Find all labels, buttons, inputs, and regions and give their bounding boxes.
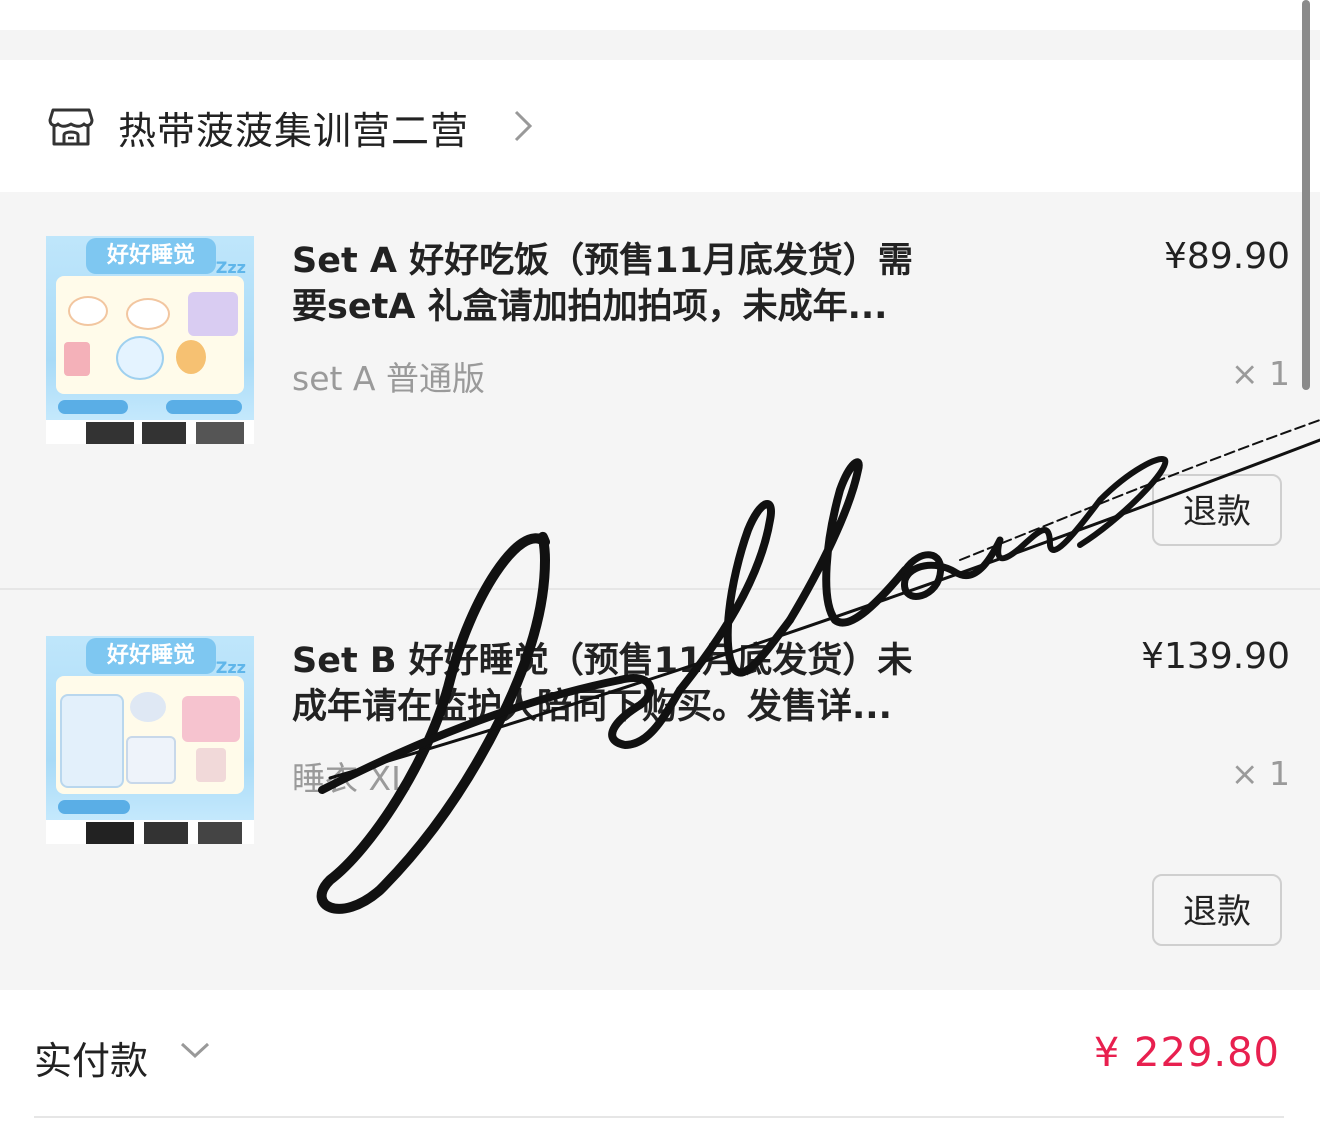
product-image-tag <box>166 400 242 414</box>
product-image-photo <box>142 422 186 444</box>
product-image-pot <box>126 298 170 330</box>
product-image[interactable]: 好好睡觉 Zzz <box>46 236 254 444</box>
store-icon <box>48 108 94 146</box>
product-title-line: 要setA 礼盒请加拍加拍项，未成年... <box>292 287 888 327</box>
product-image-photo <box>144 822 188 844</box>
section-gap <box>0 30 1320 60</box>
product-title[interactable]: Set B 好好睡觉（预售11月底发货）未 成年请在监护人陪同下购买。发售详..… <box>292 638 952 730</box>
product-image-character <box>176 340 206 374</box>
product-image[interactable]: 好好睡觉 Zzz <box>46 636 254 844</box>
product-image-photo <box>86 422 134 444</box>
product-title-line: Set B 好好睡觉（预售11月底发货）未 <box>292 641 913 681</box>
product-image-banner: 好好睡觉 <box>86 638 216 674</box>
product-price: ¥139.90 <box>1141 636 1290 677</box>
product-variant: set A 普通版 <box>292 359 485 398</box>
chevron-down-icon[interactable] <box>178 1038 212 1062</box>
product-image-box <box>188 292 238 336</box>
refund-button[interactable]: 退款 <box>1152 874 1282 946</box>
product-image-box <box>182 696 240 742</box>
shop-name[interactable]: 热带菠菠集训营二营 <box>118 100 469 155</box>
paid-amount: ¥ 229.80 <box>1093 1030 1280 1076</box>
product-image-photo <box>196 422 244 444</box>
top-strip <box>0 0 1320 30</box>
product-image-tag <box>58 400 128 414</box>
product-title[interactable]: Set A 好好吃饭（预售11月底发货）需 要setA 礼盒请加拍加拍项，未成年… <box>292 238 952 330</box>
product-image-zzz: Zzz <box>215 658 246 677</box>
product-image-pajamas <box>60 694 124 788</box>
product-image-photo <box>64 342 90 376</box>
product-image-plate <box>116 336 164 380</box>
order-item[interactable]: 好好睡觉 Zzz Set A 好好吃饭（预售11月底发货）需 要setA 礼盒请… <box>0 192 1320 588</box>
product-quantity: × 1 <box>1230 354 1290 393</box>
product-image-bag <box>126 736 176 784</box>
product-image-photo <box>196 748 226 782</box>
payment-summary: 实付款 ¥ 229.80 <box>0 990 1320 1136</box>
shop-header[interactable]: 热带菠菠集训营二营 <box>0 60 1320 192</box>
product-variant: 睡衣 XL <box>292 759 410 798</box>
product-image-pot <box>68 296 108 326</box>
paid-label: 实付款 <box>34 1039 149 1083</box>
chevron-right-icon[interactable] <box>508 106 538 146</box>
product-title-line: Set A 好好吃饭（预售11月底发货）需 <box>292 241 913 281</box>
product-quantity: × 1 <box>1230 754 1290 793</box>
divider <box>34 1116 1284 1118</box>
refund-button[interactable]: 退款 <box>1152 474 1282 546</box>
product-image-tag <box>58 800 130 814</box>
product-image-scrunchie <box>130 692 166 722</box>
product-image-banner: 好好睡觉 <box>86 238 216 274</box>
product-image-zzz: Zzz <box>215 258 246 277</box>
product-title-line: 成年请在监护人陪同下购买。发售详... <box>292 687 892 727</box>
scrollbar[interactable] <box>1302 0 1310 390</box>
order-item[interactable]: 好好睡觉 Zzz Set B 好好睡觉（预售11月底发货）未 成年请在监护人陪同… <box>0 590 1320 990</box>
product-price: ¥89.90 <box>1164 236 1290 277</box>
product-image-photo <box>86 822 134 844</box>
product-image-photo <box>198 822 242 844</box>
